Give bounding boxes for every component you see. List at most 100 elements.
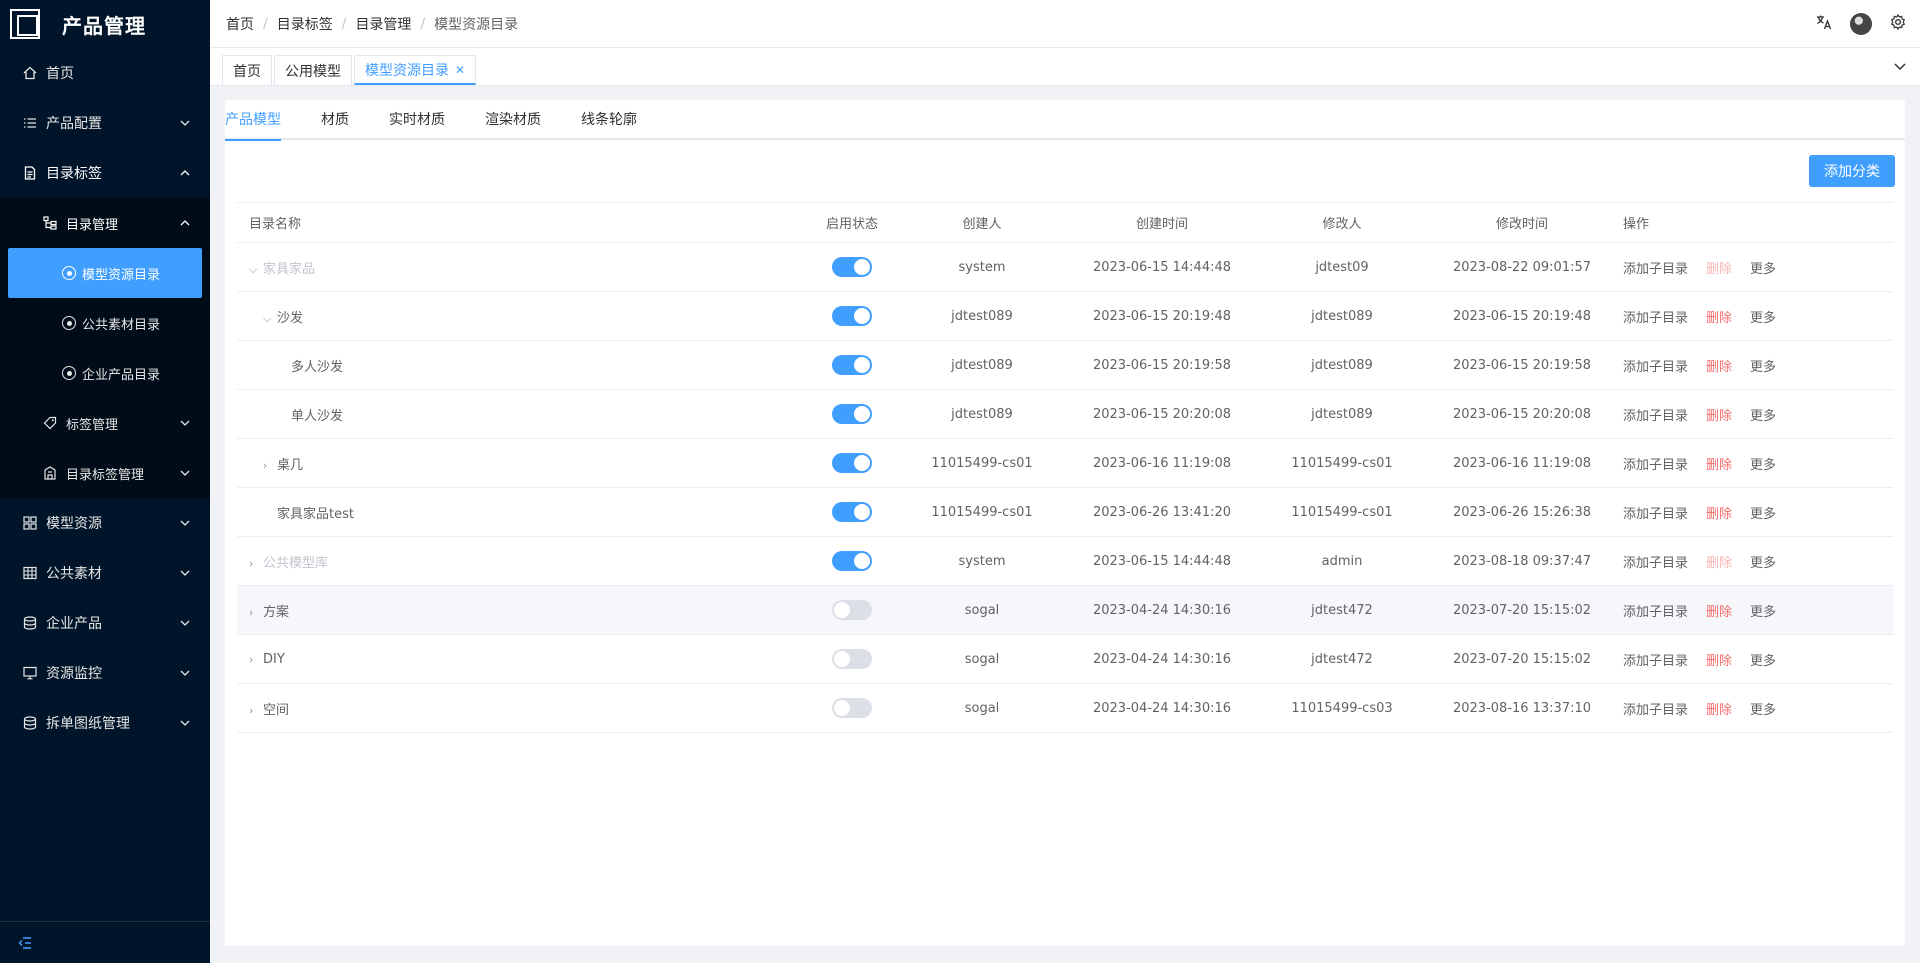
sidebar-item-drawing-management[interactable]: 拆单图纸管理 <box>0 698 210 748</box>
add-child-button[interactable]: 添加子目录 <box>1623 703 1688 718</box>
sidebar-item-catalog-management[interactable]: 目录管理 <box>0 198 210 248</box>
cell-actions: 添加子目录 删除 更多 <box>1617 438 1893 488</box>
add-child-button[interactable]: 添加子目录 <box>1623 409 1688 424</box>
cell-name: ⌵ 家具家品 <box>237 242 807 292</box>
enable-switch[interactable] <box>832 453 872 473</box>
more-button[interactable]: 更多 <box>1750 360 1776 375</box>
sidebar-item-home[interactable]: 首页 <box>0 48 210 98</box>
tag-public-model[interactable]: 公用模型 <box>274 55 352 85</box>
add-child-button[interactable]: 添加子目录 <box>1623 605 1688 620</box>
cell-created: 2023-04-24 14:30:16 <box>1067 683 1257 733</box>
breadcrumb-item[interactable]: 首页 <box>226 14 254 34</box>
sidebar-item-enterprise-product-catalog[interactable]: 企业产品目录 <box>0 348 210 398</box>
close-icon[interactable]: ✕ <box>455 63 465 77</box>
delete-button[interactable]: 删除 <box>1706 458 1732 473</box>
more-button[interactable]: 更多 <box>1750 409 1776 424</box>
avatar[interactable] <box>1850 13 1872 35</box>
more-button[interactable]: 更多 <box>1750 262 1776 277</box>
cell-actions: 添加子目录 删除 更多 <box>1617 536 1893 586</box>
more-button[interactable]: 更多 <box>1750 311 1776 326</box>
enable-switch[interactable] <box>832 502 872 522</box>
column-header-created-time: 创建时间 <box>1067 202 1257 243</box>
cell-status <box>807 340 897 390</box>
tab-product-model[interactable]: 产品模型 <box>225 99 281 141</box>
breadcrumb-item[interactable]: 目录标签 <box>277 14 333 34</box>
tag-model-resource-catalog[interactable]: 模型资源目录 ✕ <box>354 55 477 85</box>
chevron-down-icon <box>180 720 190 726</box>
list-icon <box>22 115 38 131</box>
chevron-right-icon[interactable]: › <box>249 557 263 570</box>
chevron-down-icon[interactable]: ⌵ <box>249 263 263 277</box>
chevron-down-icon[interactable]: ⌵ <box>263 312 277 326</box>
radio-icon <box>62 266 76 280</box>
cell-name: 家具家品test <box>237 487 807 537</box>
enable-switch[interactable] <box>832 551 872 571</box>
chevron-right-icon[interactable]: › <box>249 606 263 619</box>
enable-switch[interactable] <box>832 698 872 718</box>
chevron-right-icon[interactable]: › <box>263 459 277 472</box>
gear-icon[interactable] <box>1890 13 1906 34</box>
more-button[interactable]: 更多 <box>1750 703 1776 718</box>
cell-name: ⌵ 沙发 <box>237 291 807 341</box>
add-child-button[interactable]: 添加子目录 <box>1623 360 1688 375</box>
sidebar-item-catalog-tags[interactable]: 目录标签 <box>0 148 210 198</box>
delete-button[interactable]: 删除 <box>1706 360 1732 375</box>
tag-home[interactable]: 首页 <box>222 55 272 85</box>
more-button[interactable]: 更多 <box>1750 507 1776 522</box>
cell-status <box>807 242 897 292</box>
tab-render-material[interactable]: 渲染材质 <box>485 99 541 139</box>
enable-switch[interactable] <box>832 649 872 669</box>
add-child-button[interactable]: 添加子目录 <box>1623 262 1688 277</box>
sidebar-item-enterprise-products[interactable]: 企业产品 <box>0 598 210 648</box>
add-child-button[interactable]: 添加子目录 <box>1623 654 1688 669</box>
chevron-down-icon <box>180 470 190 476</box>
chevron-down-icon[interactable] <box>1894 60 1906 72</box>
delete-button[interactable]: 删除 <box>1706 605 1732 620</box>
cell-modifier: jdtest089 <box>1257 291 1427 341</box>
enable-switch[interactable] <box>832 404 872 424</box>
cell-status <box>807 536 897 586</box>
delete-button[interactable]: 删除 <box>1706 654 1732 669</box>
add-category-button[interactable]: 添加分类 <box>1809 155 1895 187</box>
enable-switch[interactable] <box>832 355 872 375</box>
sidebar-item-model-resource-catalog[interactable]: 模型资源目录 <box>8 248 202 298</box>
sidebar-item-label: 目录管理 <box>66 217 119 233</box>
sidebar-item-tag-management[interactable]: 标签管理 <box>0 398 210 448</box>
sidebar-item-resource-monitor[interactable]: 资源监控 <box>0 648 210 698</box>
tab-material[interactable]: 材质 <box>321 99 349 139</box>
enable-switch[interactable] <box>832 600 872 620</box>
delete-button[interactable]: 删除 <box>1706 409 1732 424</box>
sidebar-item-model-resources[interactable]: 模型资源 <box>0 498 210 548</box>
chevron-right-icon[interactable]: › <box>249 653 263 666</box>
tab-line-outline[interactable]: 线条轮廓 <box>581 99 637 139</box>
collapse-sidebar-button[interactable] <box>0 921 210 963</box>
cell-modifier: 11015499-cs01 <box>1257 487 1427 537</box>
enable-switch[interactable] <box>832 257 872 277</box>
tab-realtime-material[interactable]: 实时材质 <box>389 99 445 139</box>
tag-label: 模型资源目录 <box>365 62 449 79</box>
more-button[interactable]: 更多 <box>1750 556 1776 571</box>
add-child-button[interactable]: 添加子目录 <box>1623 507 1688 522</box>
enable-switch[interactable] <box>832 306 872 326</box>
more-button[interactable]: 更多 <box>1750 605 1776 620</box>
breadcrumb-item[interactable]: 目录管理 <box>355 14 411 34</box>
delete-button[interactable]: 删除 <box>1706 507 1732 522</box>
add-child-button[interactable]: 添加子目录 <box>1623 556 1688 571</box>
sidebar-item-label: 目录标签管理 <box>66 467 145 483</box>
add-child-button[interactable]: 添加子目录 <box>1623 311 1688 326</box>
sidebar-item-catalog-tag-management[interactable]: 目录标签管理 <box>0 448 210 498</box>
cell-name: › DIY <box>237 634 807 684</box>
sidebar-item-public-materials[interactable]: 公共素材 <box>0 548 210 598</box>
chevron-right-icon[interactable]: › <box>249 704 263 717</box>
more-button[interactable]: 更多 <box>1750 654 1776 669</box>
sidebar-item-product-config[interactable]: 产品配置 <box>0 98 210 148</box>
add-child-button[interactable]: 添加子目录 <box>1623 458 1688 473</box>
breadcrumb-item-current: 模型资源目录 <box>434 16 519 33</box>
translate-icon[interactable] <box>1816 14 1832 34</box>
sidebar-item-label: 模型资源 <box>46 516 102 532</box>
delete-button[interactable]: 删除 <box>1706 311 1732 326</box>
delete-button[interactable]: 删除 <box>1706 703 1732 718</box>
more-button[interactable]: 更多 <box>1750 458 1776 473</box>
sidebar-item-public-material-catalog[interactable]: 公共素材目录 <box>0 298 210 348</box>
toolbar: 添加分类 <box>225 140 1905 202</box>
